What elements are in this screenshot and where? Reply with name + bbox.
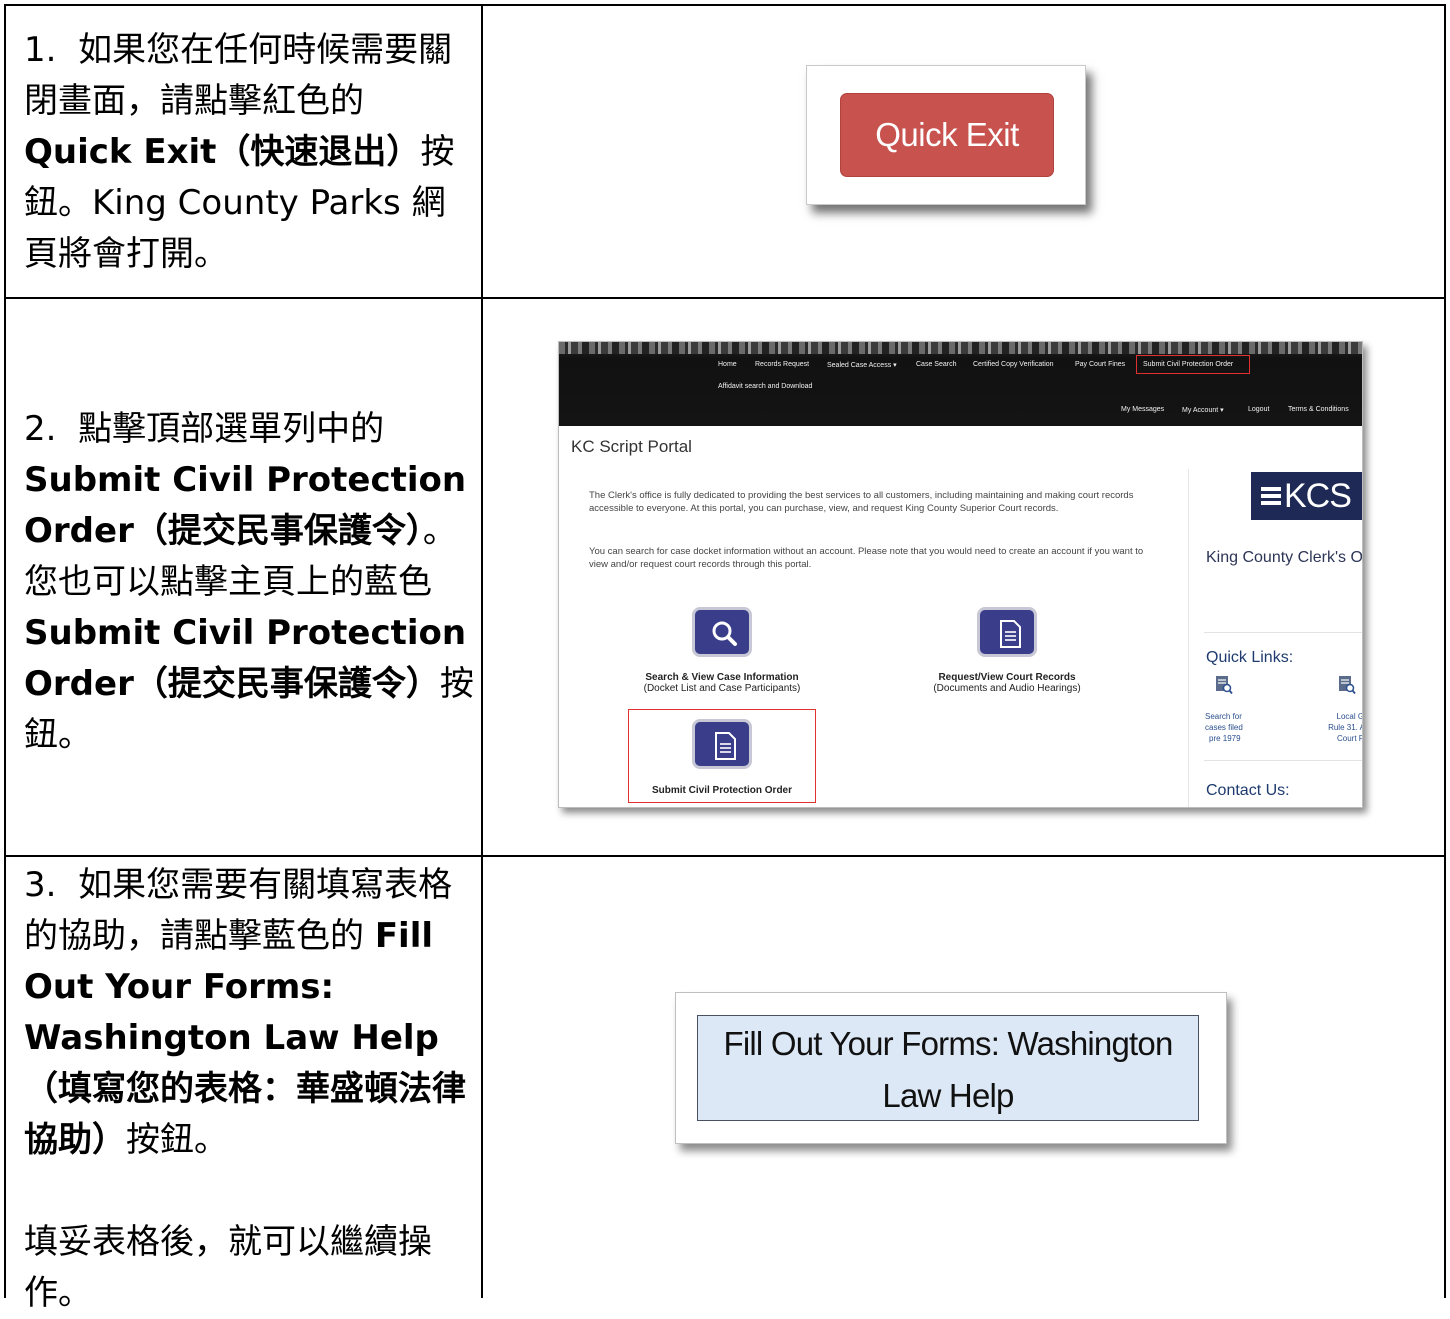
table-border-right <box>1444 4 1446 1298</box>
portal-top-nav: Home Records Request Sealed Case Access … <box>559 342 1362 426</box>
fill-out-forms-screenshot: Fill Out Your Forms: Washington Law Help <box>675 992 1227 1144</box>
nav-my-account-label: My Account <box>1182 407 1219 414</box>
portal-intro-paragraph-1: The Clerk's office is fully dedicated to… <box>589 490 1134 514</box>
nav-certified-copy-verification[interactable]: Certified Copy Verification <box>973 361 1054 368</box>
request-records-tile-title: Request/View Court Records <box>938 672 1076 683</box>
row-3-extra: 填妥表格後，就可以繼續操作。 <box>24 1222 432 1313</box>
document-icon <box>1000 620 1021 648</box>
row-1-bold: Quick Exit（快速退出） <box>24 132 421 172</box>
nav-sealed-case-access-label: Sealed Case Access <box>827 362 892 369</box>
nav-my-account[interactable]: My Account ▾ <box>1182 406 1224 414</box>
quick-link-1-line-2: cases filed <box>1205 723 1243 732</box>
nav-home[interactable]: Home <box>718 361 737 368</box>
nav-highlight-box <box>1136 355 1250 374</box>
nav-sealed-case-access[interactable]: Sealed Case Access ▾ <box>827 361 897 369</box>
fill-out-forms-line-2: Law Help <box>882 1077 1014 1114</box>
portal-intro-paragraph-2: You can search for case docket informati… <box>589 546 1144 570</box>
row-2-number: 2. <box>24 409 57 449</box>
nav-affidavit-search[interactable]: Affidavit search and Download <box>718 383 812 390</box>
quick-link-2-line-2: Rule 31. Acc <box>1328 723 1362 732</box>
kc-script-portal-screenshot: Home Records Request Sealed Case Access … <box>558 341 1363 808</box>
row-2-text-a: 點擊頂部選單列中的 <box>78 409 385 449</box>
quick-link-gr31[interactable]: Local Gen Rule 31. Acc Court Rec <box>1313 711 1362 744</box>
header-skyline-image <box>559 342 1362 354</box>
nav-terms-conditions[interactable]: Terms & Conditions <box>1288 406 1349 413</box>
logo-text: KCS <box>1284 476 1352 515</box>
quick-link-pre-1979[interactable]: Search for cases filed pre 1979 <box>1205 711 1243 744</box>
quick-links-title: Quick Links: <box>1206 649 1294 666</box>
search-case-tile-title: Search & View Case Information <box>645 672 799 683</box>
row-1-instructions: 1. 如果您在任何時候需要關閉畫面，請點擊紅色的 Quick Exit（快速退出… <box>24 25 474 280</box>
fill-out-forms-button[interactable]: Fill Out Your Forms: Washington Law Help <box>697 1015 1199 1121</box>
nav-logout[interactable]: Logout <box>1248 406 1269 413</box>
quick-exit-screenshot: Quick Exit <box>806 65 1086 205</box>
table-row-divider-2 <box>4 855 1446 857</box>
quick-exit-button[interactable]: Quick Exit <box>840 93 1054 177</box>
nav-my-messages[interactable]: My Messages <box>1121 406 1164 413</box>
row-2-bold-b: Submit Civil Protection Order（提交民事保護令） <box>24 613 467 704</box>
nav-case-search[interactable]: Case Search <box>916 361 956 368</box>
kcs-logo: KCS <box>1251 472 1362 520</box>
row-3-number: 3. <box>24 865 57 905</box>
search-case-tile-label: Search & View Case Information (Docket L… <box>622 672 822 694</box>
table-border-left <box>4 4 6 1298</box>
document-search-icon[interactable] <box>1215 675 1233 695</box>
table-column-divider <box>481 4 483 1298</box>
table-border-top <box>4 4 1446 6</box>
logo-bars-icon <box>1261 484 1281 508</box>
request-records-tile-sub: (Documents and Audio Hearings) <box>933 683 1081 694</box>
fill-out-forms-line-1: Fill Out Your Forms: Washington <box>723 1025 1174 1062</box>
quick-link-2-line-3: Court Rec <box>1336 734 1362 743</box>
request-records-tile-button[interactable] <box>977 607 1037 657</box>
search-case-tile-button[interactable] <box>692 607 752 657</box>
search-icon <box>712 621 737 646</box>
submit-cpo-highlight-box <box>628 709 816 803</box>
nav-pay-court-fines[interactable]: Pay Court Fines <box>1075 361 1125 368</box>
sidebar-clerk-title: King County Clerk's O <box>1206 549 1363 566</box>
document-search-icon[interactable] <box>1338 675 1356 695</box>
chevron-down-icon: ▾ <box>893 362 897 369</box>
row-1-text-a: 如果您在任何時候需要關閉畫面，請點擊紅色的 <box>24 30 453 121</box>
search-case-tile-sub: (Docket List and Case Participants) <box>643 683 801 694</box>
row-3-instructions: 3. 如果您需要有關填寫表格的協助，請點擊藍色的 Fill Out Your F… <box>24 860 474 1319</box>
quick-link-1-line-1: Search for <box>1205 712 1242 721</box>
row-1-number: 1. <box>24 30 57 70</box>
row-2-instructions: 2. 點擊頂部選單列中的 Submit Civil Protection Ord… <box>24 404 474 761</box>
quick-link-1-line-3: pre 1979 <box>1209 734 1241 743</box>
row-3-text-b: 按鈕。 <box>126 1120 228 1160</box>
sidebar-divider <box>1188 469 1189 807</box>
request-records-tile-label: Request/View Court Records (Documents an… <box>907 672 1107 694</box>
portal-title: KC Script Portal <box>571 437 692 456</box>
chevron-down-icon: ▾ <box>1220 407 1224 414</box>
quick-link-2-line-1: Local Gen <box>1336 712 1362 721</box>
nav-records-request[interactable]: Records Request <box>755 361 809 368</box>
sidebar-separator <box>1204 632 1362 633</box>
row-2-bold-a: Submit Civil Protection Order（提交民事保護令） <box>24 460 467 551</box>
contact-us-title: Contact Us: <box>1206 782 1290 799</box>
table-row-divider-1 <box>4 297 1446 299</box>
sidebar-separator <box>1204 760 1362 761</box>
